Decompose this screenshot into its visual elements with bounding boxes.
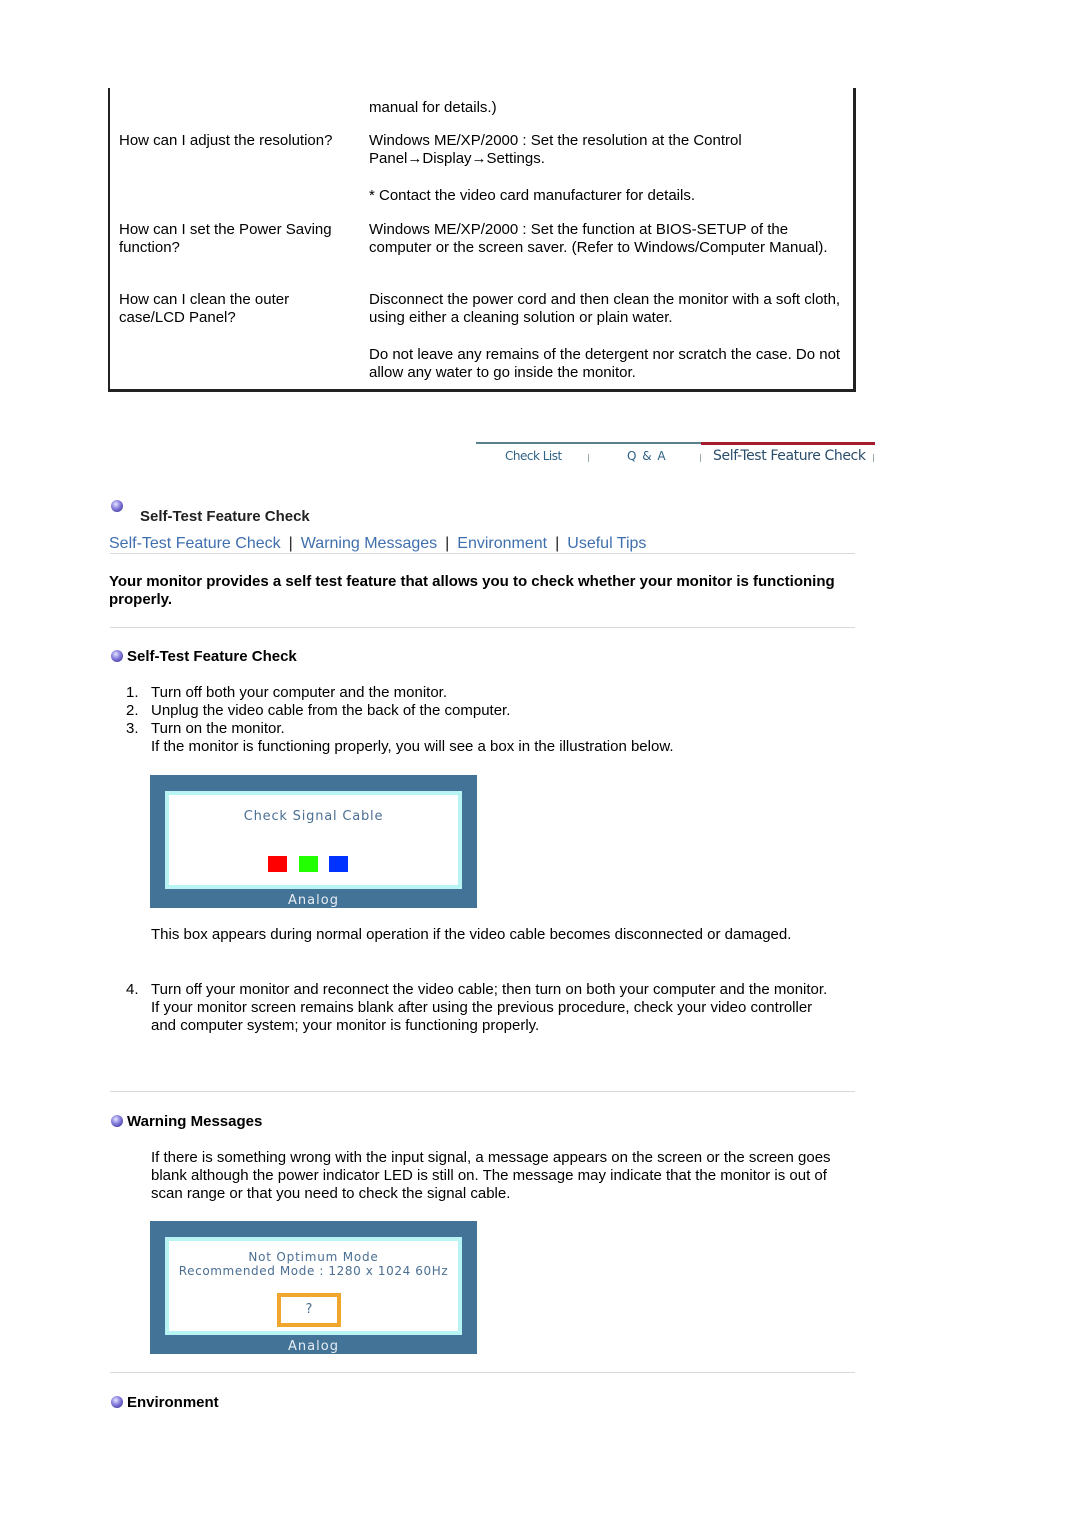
step-number: 3. xyxy=(126,720,139,737)
divider xyxy=(110,627,855,628)
faq-answer: manual for details.) xyxy=(369,99,849,136)
red-square xyxy=(268,856,287,872)
step-text: Unplug the video cable from the back of … xyxy=(151,702,511,719)
divider xyxy=(110,553,855,554)
faq-answer: Disconnect the power cord and then clean… xyxy=(369,291,849,401)
list-item: 3. Turn on the monitor. If the monitor i… xyxy=(126,720,836,756)
link-self-test-feature-check[interactable]: Self-Test Feature Check xyxy=(109,535,281,552)
faq-question: How can I adjust the resolution? xyxy=(119,132,333,149)
steps-list: 1. Turn off both your computer and the m… xyxy=(126,684,836,756)
nav-separator xyxy=(700,454,701,462)
faq-table: manual for details.) How can I adjust th… xyxy=(108,88,856,392)
faq-question: How can I set the Power Saving function? xyxy=(119,221,332,256)
nav-divider-line xyxy=(476,442,701,444)
link-separator: | xyxy=(445,535,450,552)
osd-message-line1: Not Optimum Mode xyxy=(248,1250,379,1264)
bullet-icon xyxy=(111,500,123,512)
nav-separator xyxy=(873,454,874,462)
bullet-icon xyxy=(111,1114,123,1127)
sub-nav-links: Self-Test Feature Check | Warning Messages… xyxy=(109,535,646,553)
osd-message-line2: Recommended Mode : 1280 x 1024 60Hz xyxy=(178,1264,449,1278)
step-number: 1. xyxy=(126,684,139,701)
page-title: Self-Test Feature Check xyxy=(140,508,310,525)
faq-question: How can I clean the outer case/LCD Panel… xyxy=(119,291,290,326)
osd-check-signal-illustration: Check Signal Cable Analog xyxy=(150,775,477,908)
step-note: If your monitor screen remains blank aft… xyxy=(151,999,813,1034)
step-number: 2. xyxy=(126,702,139,719)
section-heading-text: Self-Test Feature Check xyxy=(127,648,297,665)
nav-separator xyxy=(588,454,589,462)
link-separator: | xyxy=(555,535,560,552)
faq-answer-text: Disconnect the power cord and then clean… xyxy=(369,291,841,326)
tab-self-test-feature-check[interactable]: Self-Test Feature Check xyxy=(713,448,866,464)
list-item: 2. Unplug the video cable from the back … xyxy=(126,702,836,720)
step-number: 4. xyxy=(126,981,139,998)
after-box-text: This box appears during normal operation… xyxy=(151,926,792,943)
step-text: Turn off your monitor and reconnect the … xyxy=(151,981,828,998)
faq-answer-text: Do not leave any remains of the detergen… xyxy=(369,346,841,381)
section-heading-text: Warning Messages xyxy=(127,1113,263,1130)
section-heading-text: Environment xyxy=(127,1394,219,1411)
faq-answer: Windows ME/XP/2000 : Set the function at… xyxy=(369,221,849,276)
osd-help-button: ? xyxy=(277,1293,341,1327)
section-heading-warning: Warning Messages xyxy=(111,1113,262,1130)
step-text: Turn on the monitor. xyxy=(151,720,285,737)
list-item: 4. Turn off your monitor and reconnect t… xyxy=(126,981,836,1035)
step-note: If the monitor is functioning properly, … xyxy=(151,738,674,755)
faq-answer: Windows ME/XP/2000 : Set the resolution … xyxy=(369,132,849,224)
link-separator: | xyxy=(288,535,293,552)
link-warning-messages[interactable]: Warning Messages xyxy=(301,535,437,552)
link-useful-tips[interactable]: Useful Tips xyxy=(567,535,646,552)
tab-check-list[interactable]: Check List xyxy=(505,449,562,463)
bullet-icon xyxy=(111,649,123,662)
faq-answer-text: Windows ME/XP/2000 : Set the resolution … xyxy=(369,132,742,167)
faq-answer-text: * Contact the video card manufacturer fo… xyxy=(369,187,696,204)
intro-text: Your monitor provides a self test featur… xyxy=(109,573,835,608)
nav-active-indicator xyxy=(701,442,875,445)
warning-text: If there is something wrong with the inp… xyxy=(151,1149,831,1202)
faq-answer-text: manual for details.) xyxy=(369,99,497,116)
tab-q-and-a[interactable]: Q & A xyxy=(627,449,667,463)
steps-list: 4. Turn off your monitor and reconnect t… xyxy=(126,981,836,1035)
section-heading-self-test: Self-Test Feature Check xyxy=(111,648,297,665)
link-environment[interactable]: Environment xyxy=(457,535,547,552)
osd-footer-label: Analog xyxy=(288,893,339,908)
bullet-icon xyxy=(111,1395,123,1408)
divider xyxy=(110,1372,855,1373)
osd-not-optimum-illustration: Not Optimum Mode Recommended Mode : 1280… xyxy=(150,1221,477,1354)
section-heading-environment: Environment xyxy=(111,1394,219,1411)
faq-answer-text: Windows ME/XP/2000 : Set the function at… xyxy=(369,221,828,256)
list-item: 1. Turn off both your computer and the m… xyxy=(126,684,836,702)
osd-screen: Check Signal Cable xyxy=(165,791,462,889)
step-text: Turn off both your computer and the moni… xyxy=(151,684,448,701)
green-square xyxy=(299,856,318,872)
osd-message: Check Signal Cable xyxy=(243,809,384,824)
section-nav: Check List Q & A Self-Test Feature Check xyxy=(476,442,876,472)
divider xyxy=(110,1091,855,1092)
osd-footer-label: Analog xyxy=(288,1339,339,1354)
blue-square xyxy=(329,856,348,872)
